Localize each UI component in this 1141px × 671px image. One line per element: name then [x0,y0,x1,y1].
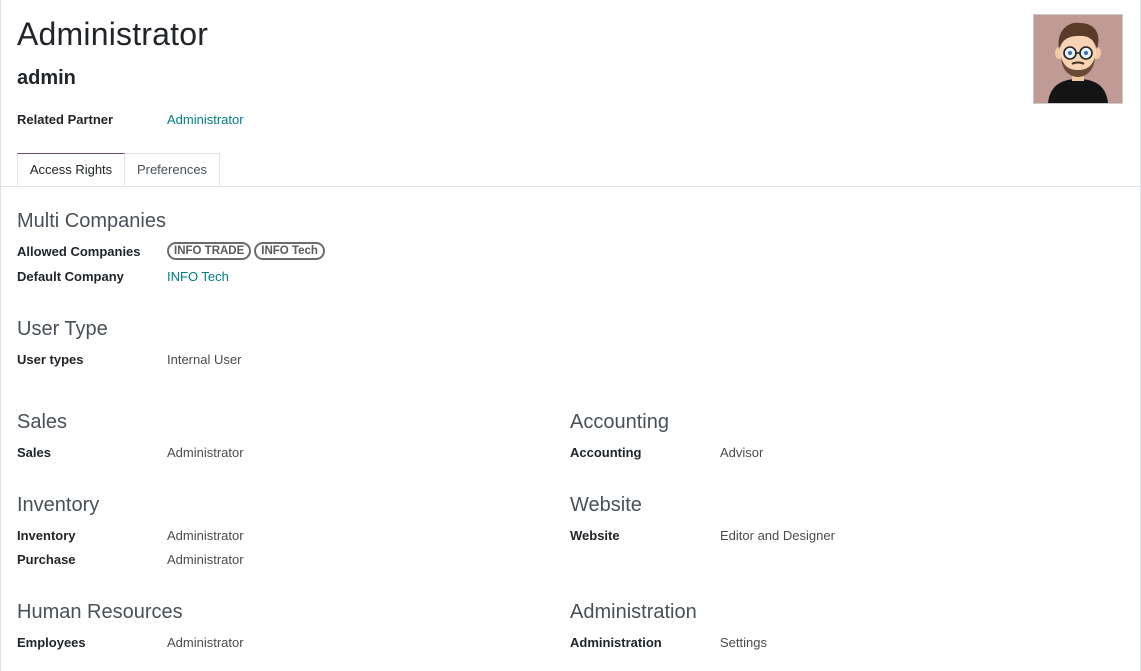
sales-field: Sales Administrator [17,442,244,462]
allowed-companies-label: Allowed Companies [17,243,141,259]
purchase-field: Purchase Administrator [17,549,244,569]
user-form-sheet: Administrator admin Related Partner Admi… [0,0,1141,671]
accounting-label: Accounting [570,444,642,460]
related-partner-link[interactable]: Administrator [167,112,244,127]
user-types-select[interactable]: Internal User [167,352,241,367]
company-tag[interactable]: INFO Tech [254,242,325,260]
related-partner-field: Related Partner Administrator [17,109,244,129]
company-tag[interactable]: INFO TRADE [167,242,252,260]
administration-label: Administration [570,634,662,650]
employees-field: Employees Administrator [17,632,244,652]
tab-access-rights[interactable]: Access Rights [17,153,125,186]
accounting-title: Accounting [570,411,669,433]
purchase-select[interactable]: Administrator [167,552,244,567]
inventory-select[interactable]: Administrator [167,528,244,543]
sales-title: Sales [17,411,68,433]
website-title: Website [570,494,642,516]
administration-select[interactable]: Settings [720,635,767,650]
allowed-companies-field: Allowed Companies INFO TRADE INFO Tech [17,241,325,261]
default-company-label: Default Company [17,268,124,284]
administration-title: Administration [570,601,697,623]
employees-label: Employees [17,634,86,650]
user-types-label: User types [17,351,84,367]
default-company-link[interactable]: INFO Tech [167,269,229,284]
multi-companies-title: Multi Companies [17,210,166,232]
user-name-title[interactable]: Administrator [17,16,208,53]
website-field: Website Editor and Designer [570,525,835,545]
website-label: Website [570,527,620,543]
accounting-select[interactable]: Advisor [720,445,763,460]
avatar-illustration-icon [1034,15,1122,103]
related-partner-label: Related Partner [17,111,114,127]
notebook-tabs: Access Rights Preferences [1,153,1140,187]
sales-label: Sales [17,444,51,460]
human-resources-title: Human Resources [17,601,183,623]
user-type-title: User Type [17,318,108,340]
inventory-title: Inventory [17,494,100,516]
inventory-field: Inventory Administrator [17,525,244,545]
user-login[interactable]: admin [17,67,76,90]
administration-field: Administration Settings [570,632,767,652]
purchase-label: Purchase [17,551,76,567]
sales-select[interactable]: Administrator [167,445,244,460]
user-types-field: User types Internal User [17,349,241,369]
accounting-field: Accounting Advisor [570,442,763,462]
user-avatar[interactable] [1033,14,1123,104]
inventory-label: Inventory [17,527,76,543]
tab-preferences[interactable]: Preferences [125,153,220,185]
default-company-field: Default Company INFO Tech [17,266,229,286]
employees-select[interactable]: Administrator [167,635,244,650]
allowed-companies-tags[interactable]: INFO TRADE INFO Tech [167,242,325,260]
website-select[interactable]: Editor and Designer [720,528,835,543]
